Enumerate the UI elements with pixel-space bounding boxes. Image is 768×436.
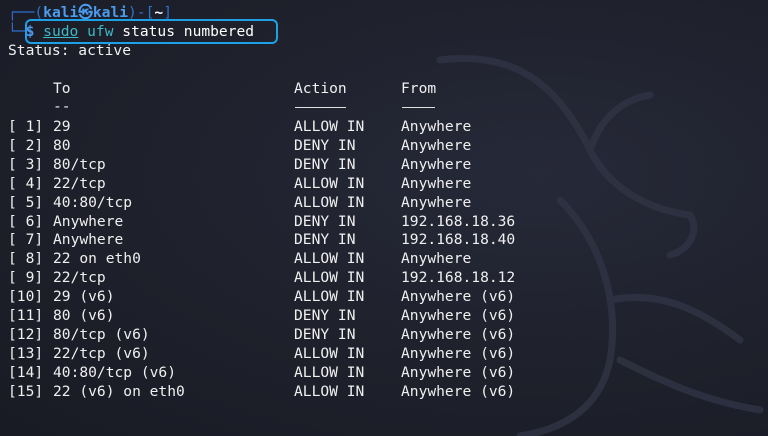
rule-number: [10]: [8, 288, 44, 306]
rule-action: DENY IN: [294, 325, 356, 343]
rule-number: [13]: [8, 344, 44, 362]
rule-to: 29: [53, 118, 71, 135]
rule-action: ALLOW IN: [294, 118, 365, 135]
status-line: Status: active: [8, 42, 132, 59]
rule-from: Anywhere: [401, 118, 472, 135]
rule-number: [ 9]: [8, 269, 44, 287]
rule-from: Anywhere (v6): [401, 288, 516, 306]
rule-from: 192.168.18.36: [401, 212, 516, 230]
rule-from: Anywhere: [401, 193, 472, 211]
rule-action: ALLOW IN: [294, 250, 365, 268]
rule-action: DENY IN: [294, 307, 356, 324]
rule-number: [11]: [8, 307, 44, 324]
rule-action: DENY IN: [294, 231, 356, 249]
rule-to: Anywhere: [53, 231, 124, 249]
rule-to: Anywhere: [53, 212, 124, 230]
rule-to: 22/tcp: [53, 269, 106, 287]
rule-to: 80 (v6): [53, 307, 115, 324]
rule-from: Anywhere (v6): [401, 382, 516, 400]
rule-number: [15]: [8, 382, 44, 400]
rule-action: DENY IN: [294, 136, 356, 154]
rule-from: 192.168.18.40: [401, 231, 516, 249]
rule-to: 22 (v6) on eth0: [53, 382, 185, 400]
rule-from: Anywhere: [401, 174, 472, 192]
rule-from: Anywhere (v6): [401, 344, 516, 362]
rule-to: 80: [53, 136, 71, 154]
rule-action: ALLOW IN: [294, 288, 365, 306]
rule-to: 40:80/tcp: [53, 193, 133, 211]
header-action-underline: [295, 107, 346, 108]
rule-number: [ 7]: [8, 231, 44, 249]
rule-number: [ 2]: [8, 136, 44, 154]
terminal-window[interactable]: ┌──(kali㉿kali)-[~] └─$ sudo ufw status n…: [0, 0, 768, 436]
rule-action: DENY IN: [294, 212, 356, 230]
rule-to: 22/tcp (v6): [53, 344, 150, 362]
rule-action: ALLOW IN: [294, 269, 365, 287]
rule-to: 22/tcp: [53, 174, 106, 192]
rule-from: Anywhere: [401, 136, 472, 154]
header-to: To: [53, 80, 71, 97]
rule-to: 29 (v6): [53, 288, 115, 306]
prompt-corner-bottom: └─: [8, 23, 26, 40]
rule-to: 80/tcp: [53, 155, 106, 173]
rule-from: Anywhere (v6): [401, 325, 516, 343]
header-action: Action: [294, 80, 347, 97]
rule-to: 22 on eth0: [53, 250, 141, 268]
rule-to: 40:80/tcp (v6): [53, 363, 177, 381]
rule-from: Anywhere (v6): [401, 363, 516, 381]
rule-action: ALLOW IN: [294, 344, 365, 362]
rule-action: DENY IN: [294, 155, 356, 173]
rule-number: [ 6]: [8, 212, 44, 230]
rule-number: [ 8]: [8, 250, 44, 268]
rule-number: [14]: [8, 363, 44, 381]
rule-action: ALLOW IN: [294, 193, 365, 211]
rule-from: Anywhere (v6): [401, 307, 516, 324]
rule-number: [12]: [8, 325, 44, 343]
rule-number: [ 1]: [8, 118, 44, 135]
header-from: From: [401, 80, 437, 97]
header-to-underline: --: [53, 98, 71, 115]
rule-action: ALLOW IN: [294, 174, 365, 192]
rule-from: Anywhere: [401, 250, 472, 268]
rule-number: [ 3]: [8, 155, 44, 173]
rule-action: ALLOW IN: [294, 363, 365, 381]
rule-number: [ 4]: [8, 174, 44, 192]
rule-from: Anywhere: [401, 155, 472, 173]
rule-from: 192.168.18.12: [401, 269, 516, 287]
rule-number: [ 5]: [8, 193, 44, 211]
rule-to: 80/tcp (v6): [53, 325, 150, 343]
rule-action: ALLOW IN: [294, 382, 365, 400]
header-from-underline: [402, 107, 435, 108]
